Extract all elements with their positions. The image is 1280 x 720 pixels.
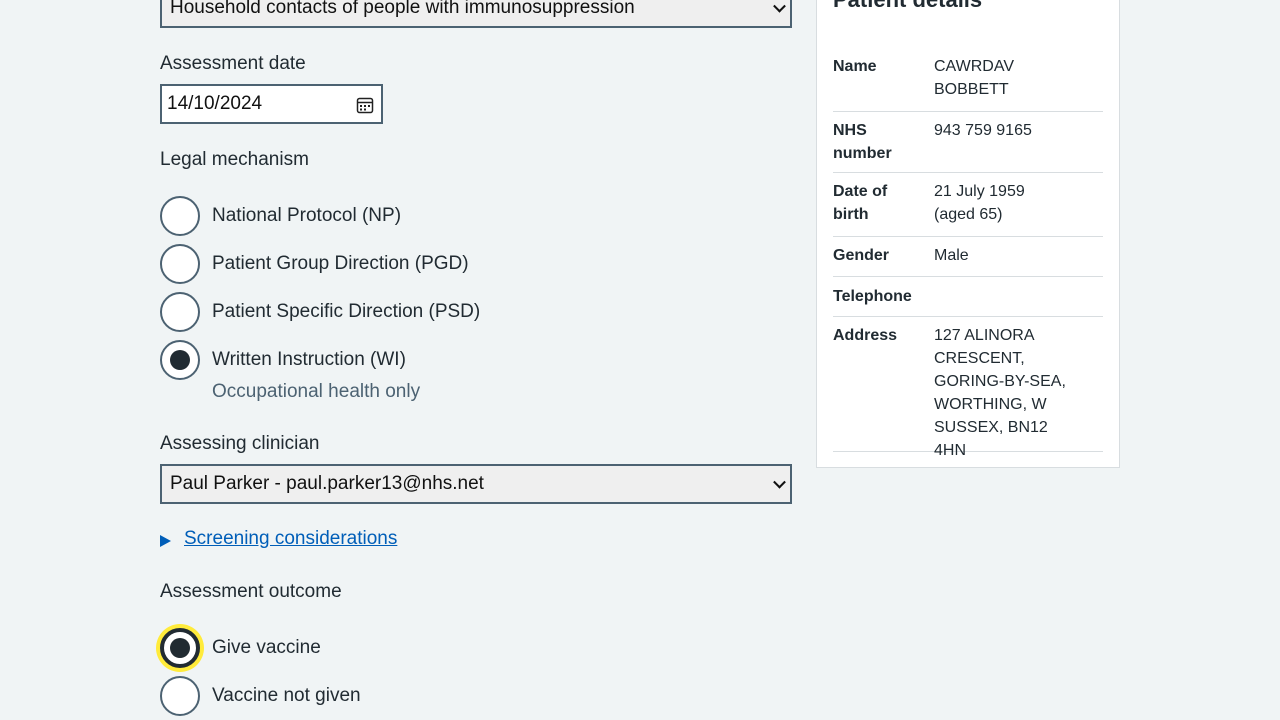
radio-psd[interactable] <box>160 292 200 332</box>
radio-wi[interactable] <box>160 340 200 380</box>
assessment-date-label: Assessment date <box>160 53 306 74</box>
calendar-icon[interactable] <box>356 96 374 114</box>
assessment-date-input[interactable]: 14/10/2024 <box>160 84 383 124</box>
summary-key: Name <box>833 58 877 75</box>
legal-mechanism-label: Legal mechanism <box>160 149 309 170</box>
radio-vaccine-not-given[interactable] <box>160 676 200 716</box>
summary-key: Telephone <box>833 288 912 305</box>
radio-label-pgd[interactable]: Patient Group Direction (PGD) <box>212 253 469 275</box>
chevron-down-icon <box>773 0 786 13</box>
radio-label-np[interactable]: National Protocol (NP) <box>212 205 401 227</box>
group-select[interactable]: Household contacts of people with immuno… <box>160 0 792 28</box>
radio-give-vaccine[interactable] <box>160 628 200 668</box>
radio-option-give-vaccine[interactable]: Give vaccine <box>160 628 321 668</box>
summary-row-nhs-number: NHS number 943 759 9165 <box>833 119 1103 173</box>
radio-label-give-vaccine[interactable]: Give vaccine <box>212 637 321 659</box>
assessment-date-value: 14/10/2024 <box>167 93 263 114</box>
screening-considerations-link[interactable]: Screening considerations <box>184 528 397 550</box>
summary-row-date-of-birth: Date of birth 21 July 1959 (aged 65) <box>833 180 1103 237</box>
summary-row-telephone: Telephone <box>833 285 1103 317</box>
patient-details-title: Patient details <box>833 0 982 13</box>
summary-key: Date of birth <box>833 183 888 223</box>
summary-key: Gender <box>833 247 890 264</box>
summary-row-gender: Gender Male <box>833 244 1103 277</box>
assessment-outcome-label: Assessment outcome <box>160 581 342 602</box>
radio-label-psd[interactable]: Patient Specific Direction (PSD) <box>212 301 480 323</box>
radio-label-wi[interactable]: Written Instruction (WI) <box>212 349 406 371</box>
summary-key: Address <box>833 327 898 344</box>
radio-label-vaccine-not-given[interactable]: Vaccine not given <box>212 685 361 707</box>
assessing-clinician-select[interactable]: Paul Parker - paul.parker13@nhs.net <box>160 464 792 504</box>
summary-row-name: Name CAWRDAV BOBBETT <box>833 55 1103 112</box>
radio-option-wi[interactable]: Written Instruction (WI) <box>160 340 406 380</box>
summary-value: 943 759 9165 <box>934 122 1032 139</box>
summary-value: 21 July 1959 (aged 65) <box>934 183 1025 223</box>
radio-hint-wi: Occupational health only <box>212 381 421 402</box>
summary-value: CAWRDAV BOBBETT <box>934 58 1014 98</box>
summary-value: 127 ALINORA CRESCENT, GORING-BY-SEA, WOR… <box>934 327 1066 459</box>
summary-row-address: Address 127 ALINORA CRESCENT, GORING-BY-… <box>833 324 1103 459</box>
chevron-down-icon <box>773 475 786 489</box>
radio-np[interactable] <box>160 196 200 236</box>
group-select-value: Household contacts of people with immuno… <box>170 0 635 18</box>
patient-details-card: Patient details Name CAWRDAV BOBBETT NHS… <box>816 0 1120 468</box>
radio-pgd[interactable] <box>160 244 200 284</box>
triangle-right-icon <box>160 535 171 547</box>
assessing-clinician-value: Paul Parker - paul.parker13@nhs.net <box>170 473 484 494</box>
summary-value: Male <box>934 247 969 264</box>
radio-option-np[interactable]: National Protocol (NP) <box>160 196 401 236</box>
summary-key: NHS number <box>833 122 892 162</box>
radio-option-psd[interactable]: Patient Specific Direction (PSD) <box>160 292 480 332</box>
screening-details-toggle[interactable]: Screening considerations <box>160 528 397 550</box>
radio-option-vaccine-not-given[interactable]: Vaccine not given <box>160 676 361 716</box>
radio-option-pgd[interactable]: Patient Group Direction (PGD) <box>160 244 469 284</box>
assessing-clinician-label: Assessing clinician <box>160 433 320 454</box>
